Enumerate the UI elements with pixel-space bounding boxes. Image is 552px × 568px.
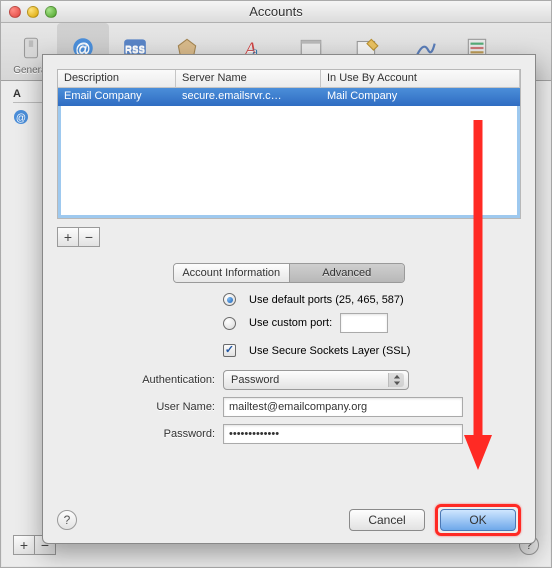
label-custom-port: Use custom port: bbox=[249, 317, 332, 329]
smtp-servers-sheet: Description Server Name In Use By Accoun… bbox=[42, 54, 536, 544]
label-ssl: Use Secure Sockets Layer (SSL) bbox=[249, 345, 410, 357]
accounts-col-header: A bbox=[13, 88, 43, 103]
label-default-ports: Use default ports (25, 465, 587) bbox=[249, 294, 404, 306]
add-account-button[interactable]: + bbox=[13, 535, 35, 555]
accounts-col-row[interactable]: @ bbox=[13, 109, 43, 128]
col-server-name[interactable]: Server Name bbox=[176, 70, 321, 87]
add-server-button[interactable]: + bbox=[57, 227, 79, 247]
password-field[interactable] bbox=[223, 424, 463, 444]
table-row[interactable]: Email Company secure.emailsrvr.c… Mail C… bbox=[58, 88, 520, 106]
label-username: User Name: bbox=[75, 401, 215, 413]
username-field[interactable] bbox=[223, 397, 463, 417]
custom-port-field[interactable] bbox=[340, 313, 388, 333]
ok-highlight: OK bbox=[435, 504, 521, 536]
label-authentication: Authentication: bbox=[75, 374, 215, 386]
tab-account-information[interactable]: Account Information bbox=[174, 264, 290, 282]
servers-table[interactable]: Description Server Name In Use By Accoun… bbox=[57, 69, 521, 219]
window-title: Accounts bbox=[1, 4, 551, 19]
tab-segment: Account Information Advanced bbox=[173, 263, 405, 283]
ok-button[interactable]: OK bbox=[440, 509, 516, 531]
authentication-select[interactable]: Password bbox=[223, 370, 409, 390]
titlebar: Accounts bbox=[1, 1, 551, 23]
tab-advanced[interactable]: Advanced bbox=[290, 264, 405, 282]
radio-custom-port[interactable] bbox=[223, 317, 236, 330]
checkbox-ssl[interactable] bbox=[223, 344, 236, 357]
remove-server-button[interactable]: − bbox=[78, 227, 100, 247]
cancel-button[interactable]: Cancel bbox=[349, 509, 425, 531]
svg-text:@: @ bbox=[16, 113, 26, 124]
label-password: Password: bbox=[75, 428, 215, 440]
col-description[interactable]: Description bbox=[58, 70, 176, 87]
help-button[interactable]: ? bbox=[57, 510, 77, 530]
col-in-use[interactable]: In Use By Account bbox=[321, 70, 520, 87]
radio-default-ports[interactable] bbox=[223, 293, 236, 306]
